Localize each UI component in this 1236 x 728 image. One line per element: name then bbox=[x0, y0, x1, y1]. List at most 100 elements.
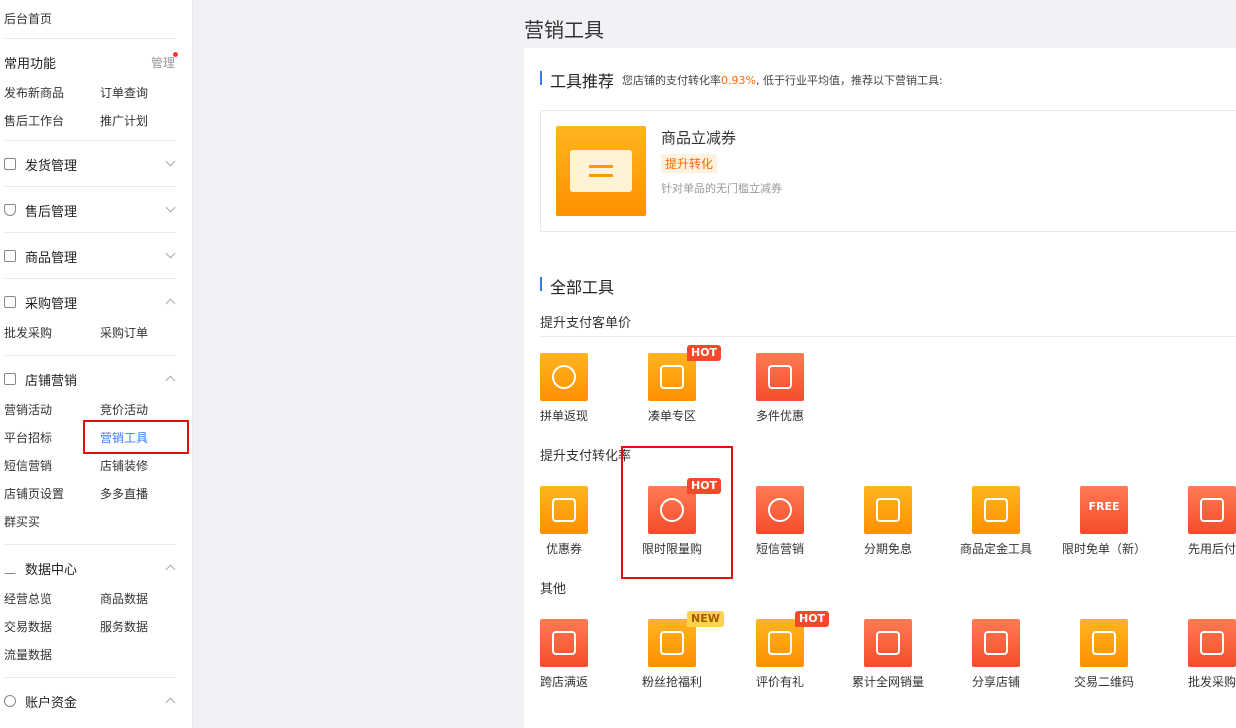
tool-badge: NEW bbox=[687, 611, 724, 627]
manage-link[interactable]: 管理 bbox=[151, 54, 175, 71]
tool-label: 分享店铺 bbox=[971, 675, 1020, 689]
tool-badge: HOT bbox=[687, 345, 722, 361]
sidebar-section-marketing[interactable]: 店铺营销 bbox=[4, 369, 176, 389]
recommend-title: 工具推荐 bbox=[550, 72, 615, 91]
tool-glyph bbox=[1200, 498, 1224, 522]
free-clock-icon[interactable]: FREE bbox=[1080, 486, 1128, 534]
share-store-icon[interactable] bbox=[972, 619, 1020, 667]
sidebar-link-publish[interactable]: 发布新商品 bbox=[4, 84, 64, 101]
card-icon[interactable] bbox=[864, 486, 912, 534]
sidebar-link-store-settings[interactable]: 店铺页设置 bbox=[4, 485, 64, 502]
tool-label: 拼单返现 bbox=[539, 409, 588, 423]
tool-label: 短信营销 bbox=[755, 542, 804, 556]
sidebar-link-sms[interactable]: 短信营销 bbox=[4, 457, 52, 474]
sidebar-section-funds[interactable]: 账户资金 bbox=[4, 691, 176, 711]
tool-glyph bbox=[768, 631, 792, 655]
coupon-icon[interactable] bbox=[556, 126, 646, 216]
badge-user-icon[interactable] bbox=[1188, 486, 1236, 534]
divider bbox=[4, 232, 176, 233]
sidebar-link-aftersale-desk[interactable]: 售后工作台 bbox=[4, 112, 64, 129]
divider bbox=[4, 544, 176, 545]
yen-circle-icon bbox=[4, 695, 16, 707]
conversion-rate: 0.93% bbox=[721, 74, 756, 87]
yen-coin-icon[interactable] bbox=[540, 353, 588, 401]
section-marker bbox=[540, 277, 542, 291]
chevron-down-icon bbox=[165, 156, 176, 167]
sidebar-section-purchase[interactable]: 采购管理 bbox=[4, 292, 176, 312]
sidebar-link-decoration[interactable]: 店铺装修 bbox=[100, 457, 148, 474]
all-tools-title: 全部工具 bbox=[550, 278, 615, 297]
sidebar-link-live[interactable]: 多多直播 bbox=[100, 485, 148, 502]
store-return-icon[interactable] bbox=[540, 619, 588, 667]
tool-glyph bbox=[876, 498, 900, 522]
group-title: 提升支付转化率 bbox=[540, 449, 632, 464]
tool-glyph bbox=[552, 631, 576, 655]
group-title: 其他 bbox=[540, 582, 567, 597]
divider bbox=[4, 186, 176, 187]
yen-ticket-icon[interactable] bbox=[540, 486, 588, 534]
highlight-box bbox=[83, 420, 189, 454]
tool-label: 分期免息 bbox=[863, 542, 912, 556]
tool-glyph bbox=[984, 498, 1008, 522]
sidebar-section-goods[interactable]: 商品管理 bbox=[4, 246, 176, 266]
cart-icon[interactable] bbox=[1188, 619, 1236, 667]
divider bbox=[4, 677, 176, 678]
sidebar: 后台首页 常用功能 管理 发布新商品 订单查询 售后工作台 推广计划 发货管理 … bbox=[0, 0, 193, 728]
tool-label: 评价有礼 bbox=[755, 675, 804, 689]
tool-label: 先用后付 bbox=[1187, 542, 1236, 556]
shield-icon bbox=[4, 204, 16, 216]
divider bbox=[540, 336, 1236, 337]
tool-glyph bbox=[876, 631, 900, 655]
chat-bubble-icon[interactable] bbox=[756, 486, 804, 534]
document-icon bbox=[4, 158, 16, 170]
store-icon bbox=[4, 373, 16, 385]
chevron-up-icon bbox=[165, 697, 176, 708]
sidebar-section-aftersale[interactable]: 售后管理 bbox=[4, 200, 176, 220]
notification-dot bbox=[173, 52, 178, 57]
tool-label: 交易二维码 bbox=[1073, 675, 1134, 689]
sidebar-link-order-query[interactable]: 订单查询 bbox=[100, 84, 148, 101]
recommend-desc: 您店铺的支付转化率0.93%, 低于行业平均值，推荐以下营销工具: bbox=[622, 74, 943, 87]
section-marker bbox=[540, 71, 542, 85]
recommend-tool-name[interactable]: 商品立减券 bbox=[661, 127, 736, 148]
tool-label: 限时免单（新） bbox=[1061, 542, 1146, 556]
divider bbox=[4, 355, 176, 356]
recommend-tag: 提升转化 bbox=[661, 154, 718, 173]
sidebar-link-marketing-activity[interactable]: 营销活动 bbox=[4, 401, 52, 418]
chevron-down-icon bbox=[165, 202, 176, 213]
sidebar-link-goods-data[interactable]: 商品数据 bbox=[100, 590, 148, 607]
sidebar-link-trade-data[interactable]: 交易数据 bbox=[4, 618, 52, 635]
divider bbox=[4, 278, 176, 279]
page-title: 营销工具 bbox=[524, 18, 604, 42]
sidebar-link-bidding[interactable]: 竞价活动 bbox=[100, 401, 148, 418]
tool-glyph-text: FREE bbox=[1088, 500, 1120, 513]
purchase-icon bbox=[4, 296, 16, 308]
bag-icon bbox=[4, 250, 16, 262]
tool-label: 凑单专区 bbox=[647, 409, 696, 423]
sidebar-link-traffic-data[interactable]: 流量数据 bbox=[4, 646, 52, 663]
tool-glyph bbox=[984, 631, 1008, 655]
sidebar-link-group-buy[interactable]: 群买买 bbox=[4, 513, 40, 530]
trend-chart-icon[interactable] bbox=[864, 619, 912, 667]
sidebar-link-service-data[interactable]: 服务数据 bbox=[100, 618, 148, 635]
qrcode-icon[interactable] bbox=[1080, 619, 1128, 667]
sidebar-home-link[interactable]: 后台首页 bbox=[4, 10, 52, 27]
tool-glyph bbox=[768, 498, 792, 522]
sidebar-section-shipping[interactable]: 发货管理 bbox=[4, 154, 176, 174]
group-title: 提升支付客单价 bbox=[540, 316, 632, 331]
sidebar-link-purchase-order[interactable]: 采购订单 bbox=[100, 324, 148, 341]
sidebar-section-data[interactable]: 数据中心 bbox=[4, 558, 176, 578]
highlight-box bbox=[621, 446, 733, 579]
sidebar-link-promo-plan[interactable]: 推广计划 bbox=[100, 112, 148, 129]
sidebar-link-wholesale[interactable]: 批发采购 bbox=[4, 324, 52, 341]
sidebar-link-overview[interactable]: 经营总览 bbox=[4, 590, 52, 607]
yen-bag-icon[interactable] bbox=[972, 486, 1020, 534]
sidebar-link-platform-bid[interactable]: 平台招标 bbox=[4, 429, 52, 446]
chevron-up-icon bbox=[165, 375, 176, 386]
tool-label: 商品定金工具 bbox=[959, 542, 1032, 556]
percent-bag-icon[interactable] bbox=[756, 353, 804, 401]
recommend-sub: 针对单品的无门槛立减券 bbox=[661, 182, 782, 195]
chevron-down-icon bbox=[165, 248, 176, 259]
tool-glyph bbox=[1092, 631, 1116, 655]
tool-label: 多件优惠 bbox=[755, 409, 804, 423]
